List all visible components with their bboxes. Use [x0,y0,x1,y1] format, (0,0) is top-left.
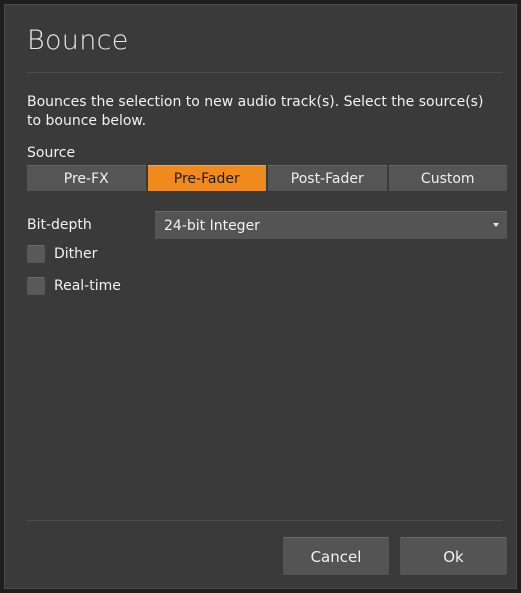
title-divider [27,72,503,73]
source-segmented-control: Pre-FX Pre-Fader Post-Fader Custom [27,165,507,191]
realtime-option[interactable]: Real-time [27,277,121,295]
dither-label: Dither [54,246,98,262]
ok-button[interactable]: Ok [400,537,507,575]
source-pre-fader-button[interactable]: Pre-Fader [147,165,266,191]
footer-divider [27,520,503,521]
cancel-button[interactable]: Cancel [283,537,389,575]
dither-option[interactable]: Dither [27,245,97,263]
dialog-description: Bounces the selection to new audio track… [27,94,484,129]
bit-depth-label: Bit-depth [27,217,92,233]
bit-depth-dropdown[interactable]: 24-bit Integer [155,211,507,239]
chevron-down-icon [493,223,499,227]
source-post-fader-button[interactable]: Post-Fader [268,165,387,191]
realtime-checkbox[interactable] [27,277,45,295]
source-pre-fx-button[interactable]: Pre-FX [27,165,146,191]
source-custom-button[interactable]: Custom [388,165,507,191]
bit-depth-value: 24-bit Integer [164,217,260,234]
dither-checkbox[interactable] [27,245,45,263]
source-label: Source [27,145,76,161]
dialog-title: Bounce [27,25,129,56]
bounce-dialog: Bounce Bounces the selection to new audi… [4,4,517,589]
realtime-label: Real-time [54,278,121,294]
